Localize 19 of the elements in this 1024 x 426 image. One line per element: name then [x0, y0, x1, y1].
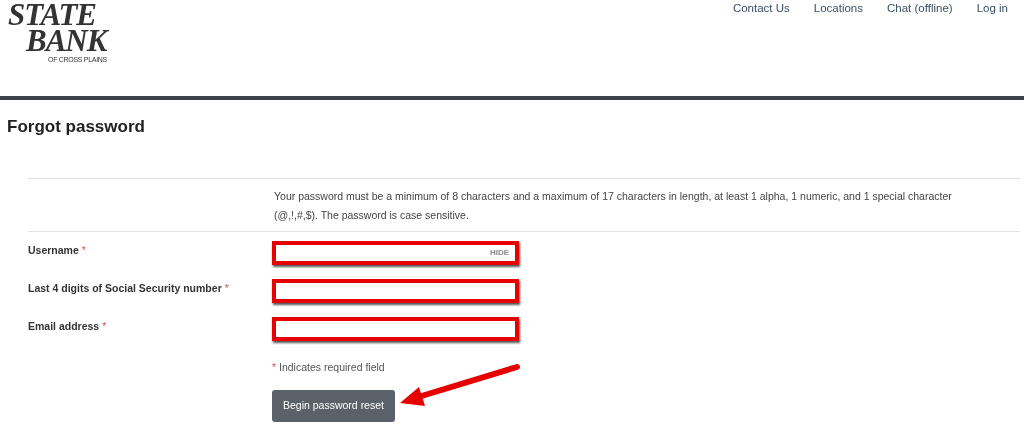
hide-toggle[interactable]: HIDE — [489, 246, 509, 259]
field-label: Email address — [28, 319, 100, 332]
input-field[interactable] — [272, 278, 519, 303]
nav-link[interactable]: Contact Us — [732, 0, 790, 20]
page-title: Forgot password — [7, 116, 146, 138]
nav-link[interactable]: Log in — [976, 0, 1008, 20]
field-label: Username — [28, 243, 79, 256]
password-rules-text: Your password must be a minimum of 8 characters and a maximum of 17 characters in length, at least 1 alpha, 1 numeric, and 1 special character (@,!,#,$). The password is case sensitive. — [28, 178, 1020, 232]
input-field[interactable] — [272, 316, 519, 341]
nav-link[interactable]: Chat (offline) — [887, 0, 953, 20]
begin-reset-button[interactable]: Begin password reset — [272, 390, 395, 422]
required-asterisk: * — [102, 319, 107, 332]
input-field[interactable]: HIDE — [272, 240, 519, 265]
required-asterisk: * — [81, 243, 86, 256]
field-label: Last 4 digits of Social Security number — [28, 281, 222, 294]
required-note: Indicates required field — [279, 360, 385, 373]
nav-link[interactable]: Locations — [813, 0, 863, 20]
required-asterisk: * — [272, 360, 277, 373]
required-asterisk: * — [224, 281, 229, 294]
